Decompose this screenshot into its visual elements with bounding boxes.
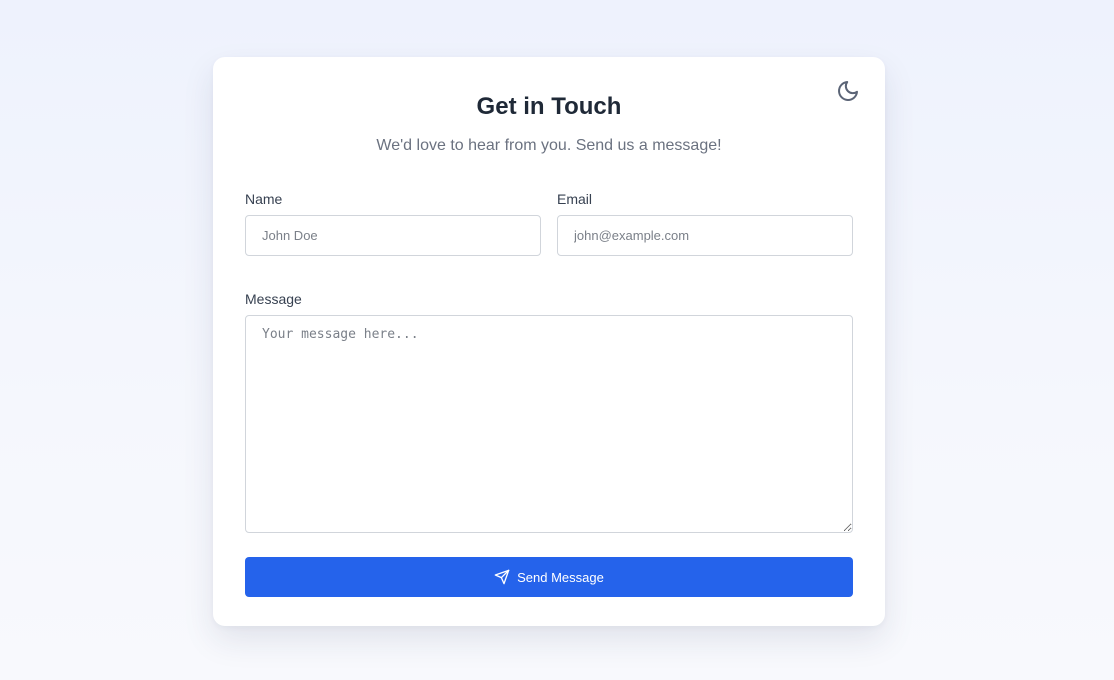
theme-toggle-button[interactable] [835, 80, 861, 106]
page-subtitle: We'd love to hear from you. Send us a me… [376, 137, 722, 154]
message-label: Message [245, 291, 302, 307]
send-icon [494, 569, 510, 585]
email-field-group: Email [557, 191, 853, 256]
name-input[interactable] [245, 215, 541, 256]
name-label: Name [245, 191, 283, 207]
email-input[interactable] [557, 215, 853, 256]
message-textarea[interactable] [245, 315, 853, 533]
contact-card: Get in Touch We'd love to hear from you.… [213, 57, 885, 626]
email-label: Email [557, 191, 593, 207]
name-email-row: Name Email [245, 191, 853, 256]
contact-form: Name Email Message Send Message [245, 191, 853, 597]
name-field-group: Name [245, 191, 541, 256]
page-title: Get in Touch [476, 93, 622, 120]
message-field-group: Message [245, 291, 853, 533]
send-message-label: Send Message [517, 569, 604, 585]
moon-icon [836, 79, 860, 108]
send-message-button[interactable]: Send Message [245, 557, 853, 597]
